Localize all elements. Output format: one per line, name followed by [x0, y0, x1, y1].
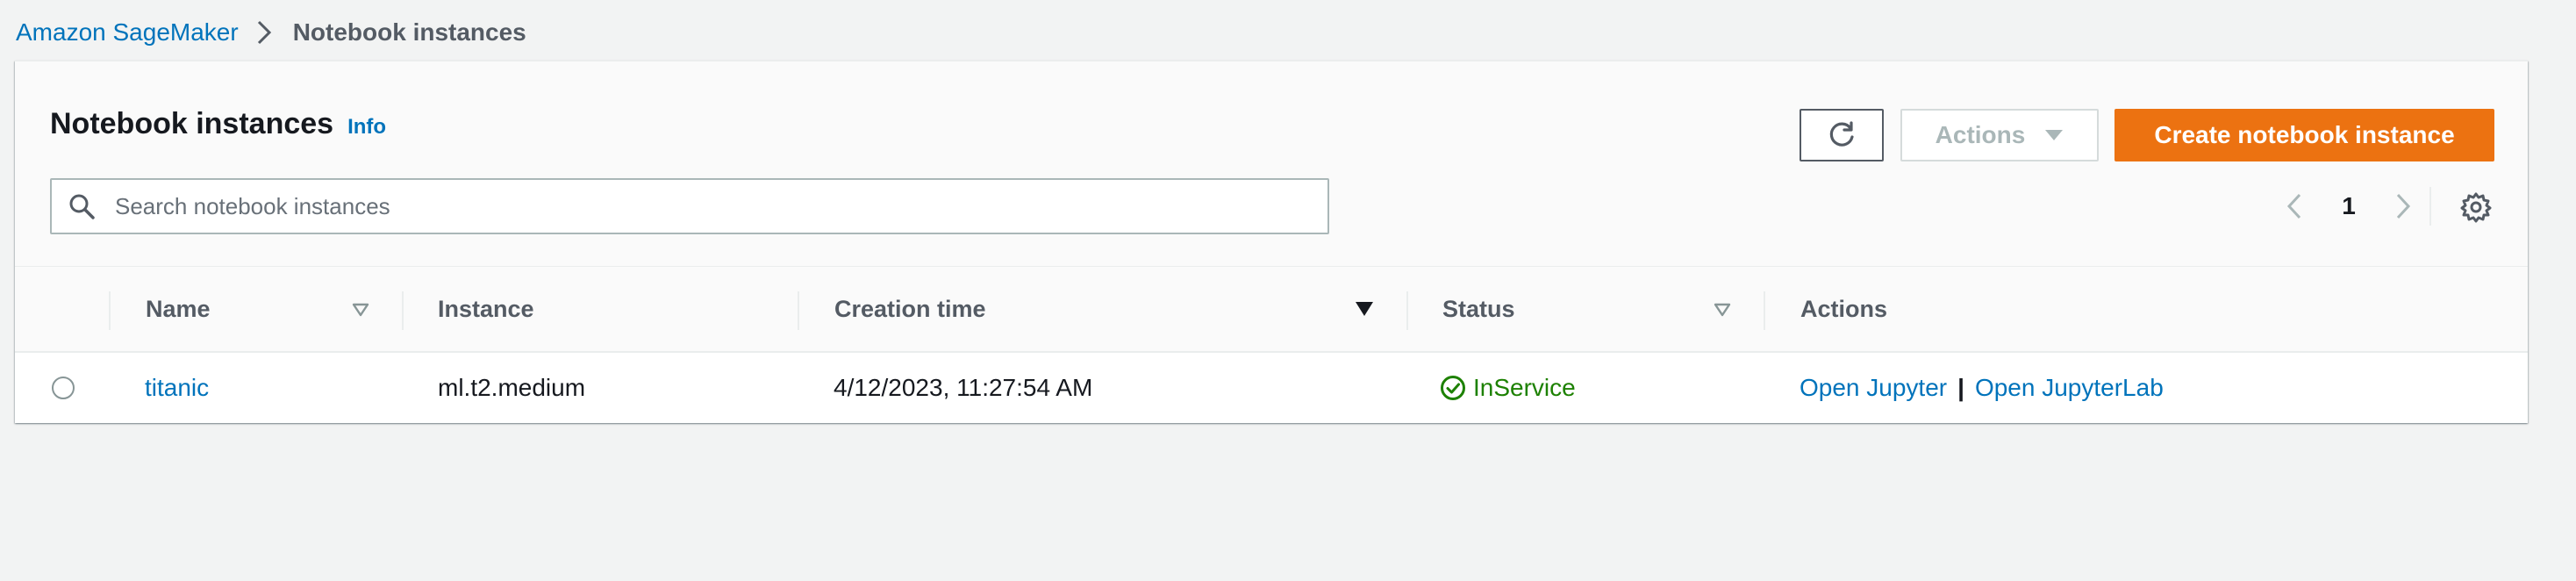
current-page-number[interactable]: 1	[2340, 190, 2358, 222]
action-separator: |	[1957, 374, 1964, 401]
chevron-right-icon	[2395, 193, 2411, 219]
info-link[interactable]: Info	[347, 115, 386, 140]
breadcrumb-link-sagemaker[interactable]: Amazon SageMaker	[16, 18, 239, 47]
notebook-name-link[interactable]: titanic	[145, 353, 209, 423]
column-header-creation-time[interactable]: Creation time	[834, 267, 986, 351]
row-select-radio[interactable]	[52, 377, 75, 399]
create-notebook-instance-button[interactable]: Create notebook instance	[2114, 109, 2494, 161]
previous-page-button[interactable]	[2282, 190, 2307, 222]
column-divider	[1406, 291, 1408, 330]
panel-title-group: Notebook instances Info	[50, 107, 386, 141]
search-icon	[68, 192, 96, 220]
breadcrumb: Amazon SageMaker Notebook instances	[16, 18, 526, 47]
search-field[interactable]	[50, 178, 1329, 234]
next-page-button[interactable]	[2391, 190, 2415, 222]
instance-type: ml.t2.medium	[438, 374, 586, 401]
column-header-status[interactable]: Status	[1442, 267, 1515, 351]
column-divider	[1764, 291, 1765, 330]
status-badge: InService	[1440, 353, 1576, 423]
notebook-instances-panel: Notebook instances Info Actions	[15, 61, 2528, 423]
status-text: InService	[1473, 374, 1576, 401]
search-input[interactable]	[113, 179, 1327, 233]
sort-triangle-icon[interactable]	[351, 302, 370, 318]
breadcrumb-current: Notebook instances	[292, 18, 526, 46]
check-circle-icon	[1440, 375, 1466, 401]
column-divider	[402, 291, 404, 330]
sort-descending-icon[interactable]	[1355, 301, 1374, 317]
refresh-button[interactable]	[1800, 109, 1884, 161]
chevron-right-icon	[256, 20, 274, 45]
page-title: Notebook instances	[50, 107, 334, 140]
column-divider	[109, 291, 111, 330]
table-header: Name Instance Creation time Status Actio…	[15, 267, 2528, 353]
sort-triangle-icon[interactable]	[1713, 302, 1732, 318]
chevron-left-icon	[2286, 193, 2302, 219]
actions-button-label: Actions	[1935, 121, 2026, 148]
column-header-actions: Actions	[1800, 295, 1888, 322]
actions-dropdown-button[interactable]: Actions	[1900, 109, 2099, 161]
column-header-name[interactable]: Name	[146, 267, 211, 351]
column-header-instance[interactable]: Instance	[438, 267, 534, 351]
creation-time: 4/12/2023, 11:27:54 AM	[834, 374, 1093, 401]
pagination-divider	[2429, 187, 2431, 226]
table-settings-button[interactable]	[2459, 190, 2493, 224]
table-row[interactable]: titanic ml.t2.medium 4/12/2023, 11:27:54…	[15, 353, 2528, 423]
open-jupyterlab-link[interactable]: Open JupyterLab	[1975, 374, 2164, 402]
gear-icon	[2460, 191, 2492, 223]
caret-down-icon	[2044, 129, 2064, 141]
column-divider	[798, 291, 799, 330]
row-actions: Open Jupyter | Open JupyterLab	[1800, 353, 2164, 423]
refresh-icon	[1827, 120, 1857, 150]
panel-header: Notebook instances Info Actions	[15, 61, 2528, 267]
open-jupyter-link[interactable]: Open Jupyter	[1800, 374, 1947, 402]
notebook-name[interactable]: titanic	[145, 374, 209, 402]
